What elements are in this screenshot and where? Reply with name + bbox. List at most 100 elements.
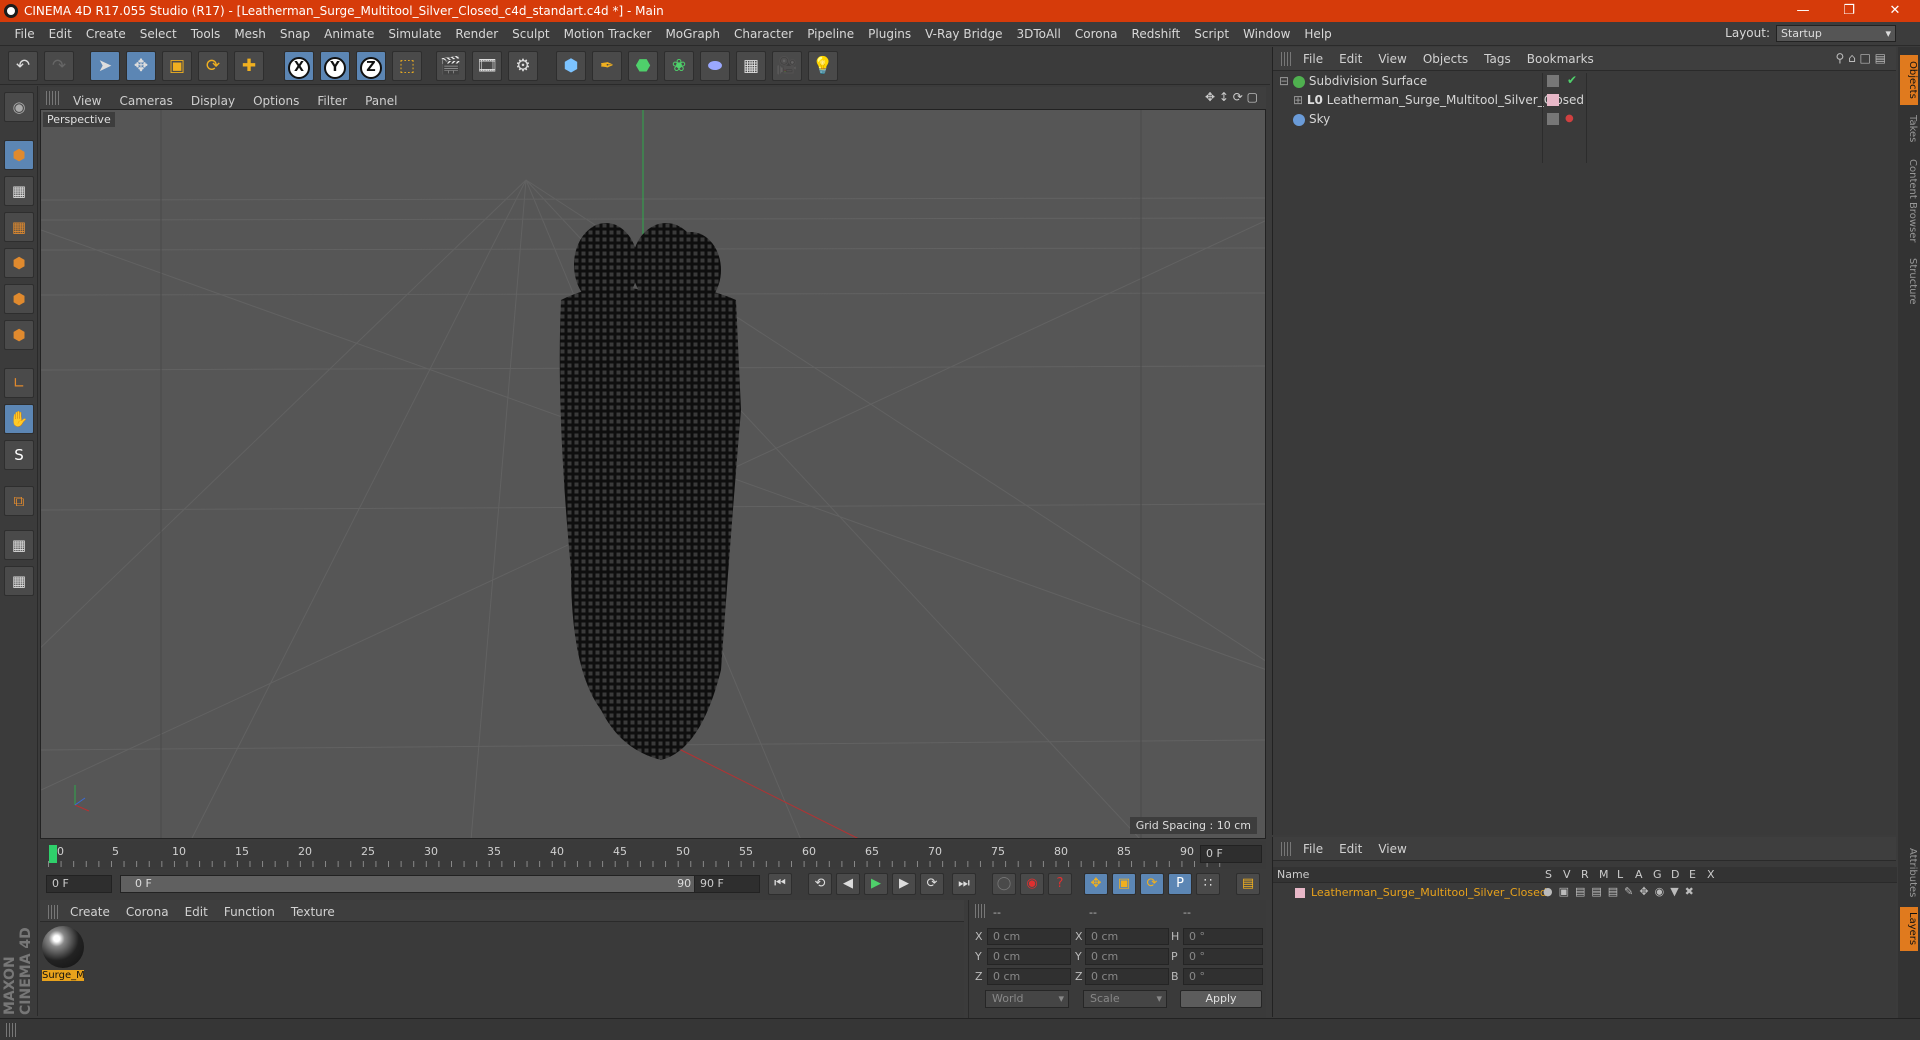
position-z-field[interactable]: 0 cm [987,968,1071,985]
tab-structure[interactable]: Structure [1900,253,1918,309]
rotation-p-field[interactable]: 0 ° [1183,948,1263,965]
redo-button[interactable]: ↷ [44,51,74,81]
tweak-mode-icon[interactable]: ✋ [4,404,34,434]
menu-mograph[interactable]: MoGraph [658,22,727,46]
coordinate-space-select[interactable]: World ▾ [985,990,1069,1008]
perspective-viewport[interactable]: Perspective Grid Spacing : 10 cm [40,109,1266,839]
render-view-button[interactable]: 🎬 [436,51,466,81]
workplane-mode-icon[interactable]: ▦ [4,212,34,242]
menu-pipeline[interactable]: Pipeline [800,22,861,46]
menu-file[interactable]: File [8,22,42,46]
move-tool-button[interactable]: ✥ [126,51,156,81]
key-rotation-button[interactable]: ⟳ [1140,873,1164,895]
playhead[interactable] [49,845,57,863]
scale-tool-button[interactable]: ▣ [162,51,192,81]
menu-sculpt[interactable]: Sculpt [505,22,556,46]
rotate-tool-button[interactable]: ⟳ [198,51,228,81]
go-to-start-button[interactable]: ⏮ [768,873,792,895]
edges-mode-icon[interactable]: ⬢ [4,284,34,314]
position-y-field[interactable]: 0 cm [987,948,1071,965]
subdivision-surface-button[interactable]: ⬣ [628,51,658,81]
points-mode-icon[interactable]: ⬢ [4,248,34,278]
minimize-button[interactable]: — [1780,0,1826,22]
material-swatch[interactable]: Surge_M [42,926,86,986]
menu-help[interactable]: Help [1297,22,1338,46]
make-editable-icon[interactable]: ◉ [4,92,34,122]
previous-frame-button[interactable]: ◀ [836,873,860,895]
layer-menu-file[interactable]: File [1295,837,1331,861]
next-key-button[interactable]: ⟳ [920,873,944,895]
visibility-toggle-icon[interactable] [1547,75,1559,87]
play-button[interactable]: ▶ [864,873,888,895]
z-axis-button[interactable]: Z [356,51,386,81]
menu-tools[interactable]: Tools [184,22,228,46]
axis-mode-icon[interactable]: ∟ [4,368,34,398]
obj-menu-bookmarks[interactable]: Bookmarks [1519,47,1602,71]
obj-menu-edit[interactable]: Edit [1331,47,1370,71]
next-frame-button[interactable]: ▶ [892,873,916,895]
mat-menu-function[interactable]: Function [216,900,283,924]
menu-select[interactable]: Select [133,22,184,46]
undo-button[interactable]: ↶ [8,51,38,81]
frame-range-slider[interactable]: 0 F 90 F [120,875,720,893]
tab-layers[interactable]: Layers [1900,907,1918,951]
snap-magnet-icon[interactable]: ⧉ [4,486,34,516]
keyframe-selection-button[interactable]: ? [1048,873,1072,895]
menu-vray-bridge[interactable]: V-Ray Bridge [918,22,1009,46]
multitool-model[interactable] [559,223,741,760]
timeline-ruler[interactable]: 0 5 10 15 20 25 30 35 40 45 50 55 60 65 … [40,841,1266,869]
material-tag-icon[interactable] [1547,94,1559,106]
planar-workplane-icon[interactable]: ▦ [4,566,34,596]
mat-menu-create[interactable]: Create [62,900,118,924]
mat-menu-edit[interactable]: Edit [177,900,216,924]
solo-mode-icon[interactable]: S [4,440,34,470]
tab-content-browser[interactable]: Content Browser [1900,153,1918,249]
tab-attributes[interactable]: Attributes [1900,843,1918,903]
menu-character[interactable]: Character [727,22,800,46]
menu-script[interactable]: Script [1187,22,1236,46]
obj-menu-file[interactable]: File [1295,47,1331,71]
size-y-field[interactable]: 0 cm [1085,948,1169,965]
cube-object-button[interactable]: ⬢ [556,51,586,81]
model-mode-icon[interactable]: ⬢ [4,140,34,170]
maximize-view-icon[interactable]: ▢ [1247,90,1258,104]
menu-snap[interactable]: Snap [273,22,317,46]
enabled-check-icon[interactable]: ✔ [1567,73,1577,87]
size-z-field[interactable]: 0 cm [1085,968,1169,985]
restore-button[interactable]: ❐ [1826,0,1872,22]
cloner-button[interactable]: ❀ [664,51,694,81]
previous-key-button[interactable]: ⟲ [808,873,832,895]
camera-button[interactable]: 🎥 [772,51,802,81]
size-x-field[interactable]: 0 cm [1085,928,1169,945]
menu-plugins[interactable]: Plugins [861,22,918,46]
end-frame-field[interactable]: 90 F [694,875,760,893]
x-axis-button[interactable]: X [284,51,314,81]
tab-takes[interactable]: Takes [1900,109,1918,149]
apply-button[interactable]: Apply [1180,990,1262,1008]
menu-animate[interactable]: Animate [317,22,381,46]
polygons-mode-icon[interactable]: ⬢ [4,320,34,350]
mat-menu-texture[interactable]: Texture [283,900,343,924]
menu-redshift[interactable]: Redshift [1125,22,1188,46]
layer-menu-edit[interactable]: Edit [1331,837,1370,861]
record-keys-button[interactable]: ◯ [992,873,1016,895]
key-position-button[interactable]: ✥ [1084,873,1108,895]
floor-button[interactable]: ▦ [736,51,766,81]
menu-simulate[interactable]: Simulate [381,22,448,46]
close-button[interactable]: ✕ [1872,0,1918,22]
obj-menu-tags[interactable]: Tags [1476,47,1519,71]
timeline-window-button[interactable]: ▤ [1236,873,1260,895]
zoom-view-icon[interactable]: ↕ [1219,90,1229,104]
menu-window[interactable]: Window [1236,22,1297,46]
layer-row[interactable]: Leatherman_Surge_Multitool_Silver_Closed… [1273,885,1897,901]
obj-menu-objects[interactable]: Objects [1415,47,1476,71]
render-picture-viewer-button[interactable]: 🎞 [472,51,502,81]
select-tool-button[interactable]: ➤ [90,51,120,81]
obj-menu-view[interactable]: View [1370,47,1414,71]
light-button[interactable]: 💡 [808,51,838,81]
layout-select[interactable]: Startup ▾ [1776,25,1896,42]
rotation-h-field[interactable]: 0 ° [1183,928,1263,945]
live-selection-button[interactable]: ✚ [234,51,264,81]
mat-menu-corona[interactable]: Corona [118,900,177,924]
menu-corona[interactable]: Corona [1068,22,1125,46]
